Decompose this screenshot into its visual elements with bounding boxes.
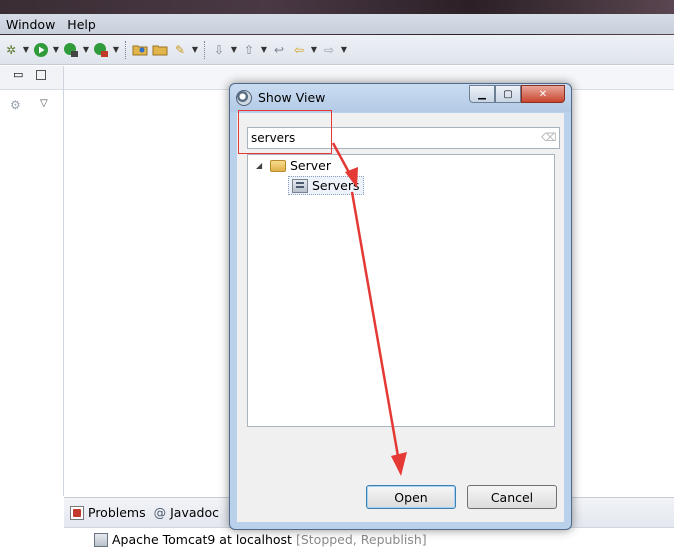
prev-annotation-dropdown[interactable]: ▼	[260, 41, 268, 59]
tab-javadoc[interactable]: @ Javadoc	[154, 505, 219, 520]
run-external-dropdown[interactable]: ▼	[82, 41, 90, 59]
close-button[interactable]: ✕	[521, 85, 565, 103]
gear-cluster-icon[interactable]: ⚙	[10, 98, 21, 112]
run-external-icon[interactable]	[62, 41, 80, 59]
server-name: Apache Tomcat9 at localhost	[112, 532, 292, 547]
debug-dropdown[interactable]: ▼	[22, 41, 30, 59]
view-menu-icon[interactable]: ▽	[40, 98, 48, 109]
left-panel-header: ▭	[0, 66, 63, 90]
tree-folder-server[interactable]: ◢ Server	[256, 158, 331, 173]
forward-dropdown[interactable]: ▼	[340, 41, 348, 59]
pen-dropdown[interactable]: ▼	[191, 41, 199, 59]
window-buttons: ▁ ▢ ✕	[469, 85, 565, 103]
open-type-icon[interactable]	[131, 41, 149, 59]
server-status: [Stopped, Republish]	[295, 532, 427, 547]
collapse-arrow-icon[interactable]: ◢	[256, 161, 266, 170]
last-edit-icon[interactable]: ↩	[270, 41, 288, 59]
toolbar-separator	[204, 40, 205, 59]
eclipse-icon	[236, 90, 252, 106]
problems-icon	[70, 505, 84, 520]
open-button[interactable]: Open	[366, 485, 456, 509]
left-view-panel: ▭ ⚙ ▽	[0, 66, 64, 496]
annotation-highlight-box	[238, 110, 332, 154]
run-icon[interactable]	[32, 41, 50, 59]
run-dropdown[interactable]: ▼	[52, 41, 60, 59]
dialog-title-bar[interactable]: Show View ▁ ▢ ✕	[230, 84, 571, 112]
tree-item-servers[interactable]: Servers	[288, 176, 364, 195]
javadoc-icon: @	[153, 505, 167, 520]
maximize-button[interactable]: ▢	[495, 85, 521, 103]
menu-help[interactable]: Help	[61, 17, 102, 32]
forward-arrow-icon[interactable]: ⇨	[320, 41, 338, 59]
dialog-title: Show View	[258, 90, 326, 105]
coverage-dropdown[interactable]: ▼	[112, 41, 120, 59]
back-arrow-icon[interactable]: ⇦	[290, 41, 308, 59]
tab-problems[interactable]: Problems	[70, 505, 146, 520]
servers-view-icon	[292, 178, 308, 193]
menu-window[interactable]: Window	[0, 17, 61, 32]
dialog-client-area: ⌫ ◢ Server Servers Open Cancel	[237, 113, 564, 522]
next-annotation-dropdown[interactable]: ▼	[230, 41, 238, 59]
tab-javadoc-label: Javadoc	[170, 505, 219, 520]
maximize-icon[interactable]	[36, 70, 46, 80]
back-dropdown[interactable]: ▼	[310, 41, 318, 59]
main-toolbar: ✲ ▼ ▼ ▼ ▼ ✎ ▼ ⇩ ▼ ⇧ ▼ ↩ ⇦ ▼ ⇨ ▼	[0, 35, 674, 65]
minimize-button[interactable]: ▁	[469, 85, 495, 103]
folder-open-icon	[270, 159, 286, 172]
minimize-icon[interactable]: ▭	[13, 68, 23, 81]
menu-bar: Window Help	[0, 0, 674, 35]
tree-item-label: Servers	[312, 178, 360, 193]
next-annotation-icon[interactable]: ⇩	[210, 41, 228, 59]
cancel-button[interactable]: Cancel	[467, 485, 557, 509]
server-icon	[94, 532, 108, 547]
server-row[interactable]: Apache Tomcat9 at localhost [Stopped, Re…	[94, 532, 427, 547]
prev-annotation-icon[interactable]: ⇧	[240, 41, 258, 59]
coverage-icon[interactable]	[92, 41, 110, 59]
pen-icon[interactable]: ✎	[171, 41, 189, 59]
debug-icon[interactable]: ✲	[2, 41, 20, 59]
clear-filter-icon[interactable]: ⌫	[541, 131, 557, 145]
tree-folder-label: Server	[290, 158, 331, 173]
open-folder-icon[interactable]	[151, 41, 169, 59]
toolbar-separator	[125, 40, 126, 59]
tab-problems-label: Problems	[88, 505, 146, 520]
view-tree: ◢ Server Servers	[247, 154, 555, 427]
